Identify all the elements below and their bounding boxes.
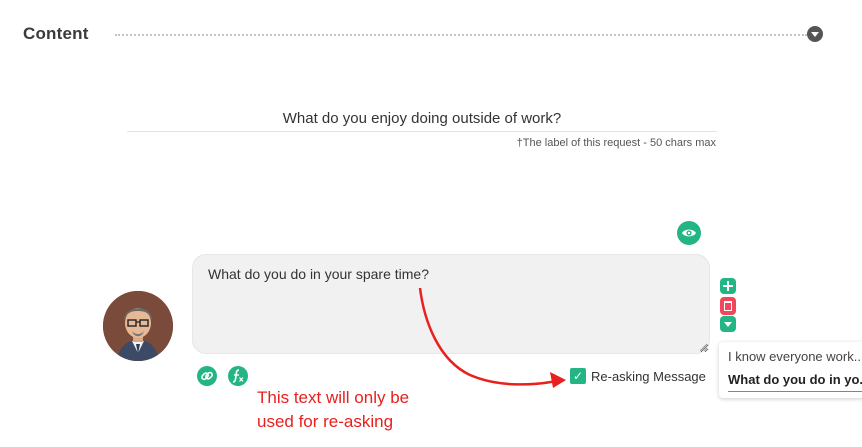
selected-underline [728, 391, 862, 392]
message-variants-panel: I know everyone work... What do you do i… [719, 342, 862, 398]
variant-item-selected[interactable]: What do you do in yo... [728, 372, 862, 387]
function-fx-icon[interactable] [228, 366, 248, 386]
request-label-input[interactable] [127, 106, 717, 132]
resize-handle-icon[interactable] [699, 343, 708, 352]
reasking-label: Re-asking Message [591, 369, 706, 384]
section-title: Content [23, 24, 89, 43]
preview-eye-icon[interactable] [677, 221, 701, 245]
add-plus-icon[interactable] [720, 278, 736, 294]
label-hint: †The label of this request - 50 chars ma… [516, 137, 716, 149]
collapse-chevron-down-icon[interactable] [807, 26, 823, 42]
annotation-line-1: This text will only be [257, 388, 410, 407]
reasking-checkbox[interactable]: ✓ [570, 368, 586, 384]
link-icon[interactable] [197, 366, 217, 386]
annotation-line-2: used for re-asking [257, 412, 394, 431]
annotation-text: This text will only be used for re-askin… [257, 386, 409, 434]
message-textarea[interactable]: What do you do in your spare time? [192, 254, 710, 354]
delete-trash-icon[interactable] [720, 297, 736, 315]
divider [115, 34, 807, 36]
avatar [103, 291, 173, 361]
move-down-chevron-icon[interactable] [720, 316, 736, 332]
content-section-header: Content [23, 20, 833, 50]
variant-item[interactable]: I know everyone work... [728, 349, 862, 364]
